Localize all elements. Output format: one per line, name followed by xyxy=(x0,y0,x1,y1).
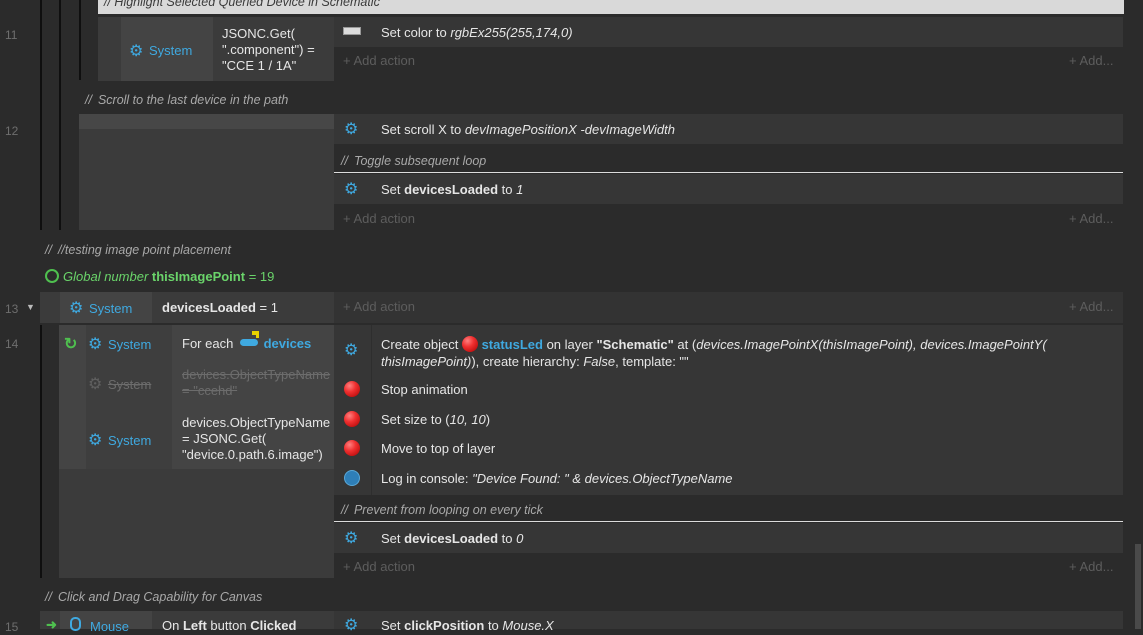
scrollbar-track[interactable] xyxy=(1130,0,1143,629)
set-devicesloaded-action: Set devicesLoaded to 0 xyxy=(381,531,524,546)
action-icon-divider xyxy=(371,325,372,495)
for-each-condition[interactable]: For each devices xyxy=(182,331,311,352)
set-size-action[interactable]: Set size to (10, 10) xyxy=(381,412,490,427)
set-devicesloaded-action: Set devicesLoaded to 1 xyxy=(381,182,524,197)
line-number-13: 13 xyxy=(5,302,19,316)
color-swatch-icon xyxy=(343,27,361,35)
set-clickposition-action: Set clickPosition to Mouse.X xyxy=(381,618,554,633)
global-variable[interactable]: Global number thisImagePoint = 19 xyxy=(45,269,274,284)
event-12-action-row-2[interactable]: ⚙ Set devicesLoaded to 1 xyxy=(334,174,1123,204)
scrollbar-thumb[interactable] xyxy=(1135,544,1141,629)
event-11-action-row[interactable]: Set color to rgbEx255(255,174,0) xyxy=(334,17,1123,47)
event-11-object-cell[interactable]: ⚙ System xyxy=(121,17,213,81)
event-12-action-row-1[interactable]: ⚙ Set scroll X to devImagePositionX -dev… xyxy=(334,114,1123,144)
create-object-action[interactable]: Create object statusLed on layer "Schema… xyxy=(381,336,1047,370)
add-more-button[interactable]: + Add... xyxy=(1069,211,1113,226)
add-more-button[interactable]: + Add... xyxy=(1069,53,1113,68)
globe-icon xyxy=(45,269,59,283)
event-11-condition[interactable]: JSONC.Get( ".component") = "CCE 1 / 1A" xyxy=(222,26,315,74)
system-gear-icon: ⚙ xyxy=(344,617,359,634)
system-gear-icon: ⚙ xyxy=(344,121,359,138)
comment-testing[interactable]: ////testing image point placement xyxy=(45,243,231,257)
event-14-action-row-last[interactable]: ⚙ Set devicesLoaded to 0 xyxy=(334,523,1123,553)
add-action-button[interactable]: + Add action xyxy=(343,559,415,574)
line-number-14: 14 xyxy=(5,337,19,351)
cond-line: "device.0.path.6.image") xyxy=(182,447,323,462)
event-14-cond1-object[interactable]: ⚙ System xyxy=(88,334,151,354)
cond-line: = JSONC.Get( xyxy=(182,431,267,446)
event-13-object-cell[interactable]: ⚙ System xyxy=(60,292,152,323)
event-12-header-strip xyxy=(79,114,334,129)
set-scroll-action: Set scroll X to devImagePositionX -devIm… xyxy=(381,122,675,137)
statusled-icon xyxy=(344,411,360,427)
event-13-condition[interactable]: devicesLoaded = 1 xyxy=(162,300,278,316)
event-13-actions[interactable] xyxy=(334,292,1123,323)
event-14-cond2-object-disabled[interactable]: ⚙ System xyxy=(88,374,151,394)
comment-scroll[interactable]: //Scroll to the last device in the path xyxy=(85,93,288,107)
family-icon xyxy=(239,331,260,346)
comment-prevent-loop[interactable]: //Prevent from looping on every tick xyxy=(341,503,543,517)
comment-separator xyxy=(334,521,1123,522)
disabled-condition[interactable]: devices.ObjectTypeName = "ccehd" xyxy=(182,367,330,399)
add-action-button[interactable]: + Add action xyxy=(343,211,415,226)
system-label: System xyxy=(107,337,152,352)
line-number-15: 15 xyxy=(5,620,19,634)
line-number-12: 12 xyxy=(5,124,19,138)
group-header-title: // Highlight Selected Queried Device in … xyxy=(104,0,380,9)
statusled-icon xyxy=(461,336,478,352)
event-14-cond3-object[interactable]: ⚙ System xyxy=(88,430,151,450)
mouse-label: Mouse xyxy=(90,619,130,634)
move-to-top-action[interactable]: Move to top of layer xyxy=(381,441,495,456)
add-action-button[interactable]: + Add action xyxy=(343,299,415,314)
comment-toggle-loop[interactable]: //Toggle subsequent loop xyxy=(341,154,486,168)
add-more-button[interactable]: + Add... xyxy=(1069,299,1113,314)
cond-line: ".component") = xyxy=(222,42,315,57)
system-label: System xyxy=(107,433,152,448)
nesting-line xyxy=(79,0,81,80)
add-more-button[interactable]: + Add... xyxy=(1069,559,1113,574)
collapse-triangle-icon[interactable]: ▼ xyxy=(26,302,35,312)
line-number-11: 11 xyxy=(5,28,18,42)
cond-line: JSONC.Get( xyxy=(222,26,295,41)
add-action-button[interactable]: + Add action xyxy=(343,53,415,68)
set-color-action: Set color to rgbEx255(255,174,0) xyxy=(381,25,573,40)
system-gear-icon: ⚙ xyxy=(129,43,144,60)
cond-line: "CCE 1 / 1A" xyxy=(222,58,297,73)
system-gear-icon: ⚙ xyxy=(88,336,103,353)
system-label: System xyxy=(107,377,152,392)
system-gear-icon: ⚙ xyxy=(69,300,84,317)
nesting-line xyxy=(40,325,42,578)
browser-globe-icon xyxy=(344,470,360,486)
log-console-action[interactable]: Log in console: "Device Found: " & devic… xyxy=(381,471,733,486)
system-gear-icon: ⚙ xyxy=(88,376,103,393)
group-header[interactable]: // Highlight Selected Queried Device in … xyxy=(98,0,1124,14)
system-gear-icon: ⚙ xyxy=(344,181,359,198)
comment-separator xyxy=(334,172,1123,173)
trigger-arrow-icon: ➜ xyxy=(46,617,57,632)
system-gear-icon: ⚙ xyxy=(344,342,359,359)
on-click-condition[interactable]: On Left button Clicked xyxy=(162,618,296,634)
stop-animation-action[interactable]: Stop animation xyxy=(381,382,468,397)
system-gear-icon: ⚙ xyxy=(344,530,359,547)
cond-line: devices.ObjectTypeName xyxy=(182,367,331,382)
object-type-condition[interactable]: devices.ObjectTypeName = JSONC.Get( "dev… xyxy=(182,415,330,463)
statusled-icon xyxy=(344,440,360,456)
loop-icon: ↻ xyxy=(64,336,78,353)
statusled-icon xyxy=(344,381,360,397)
nesting-line xyxy=(40,0,42,230)
system-gear-icon: ⚙ xyxy=(88,432,103,449)
event-15-object-cell[interactable]: Mouse xyxy=(60,611,152,634)
cond-line: = "ccehd" xyxy=(182,383,238,398)
nesting-line xyxy=(59,0,61,230)
cond-line: devices.ObjectTypeName xyxy=(182,415,331,430)
comment-click-drag[interactable]: //Click and Drag Capability for Canvas xyxy=(45,590,262,604)
event-15-action-row[interactable]: ⚙ Set clickPosition to Mouse.X xyxy=(334,611,1123,634)
system-label: System xyxy=(89,301,133,316)
event-12-conditions[interactable] xyxy=(79,114,334,230)
system-label: System xyxy=(149,43,193,58)
